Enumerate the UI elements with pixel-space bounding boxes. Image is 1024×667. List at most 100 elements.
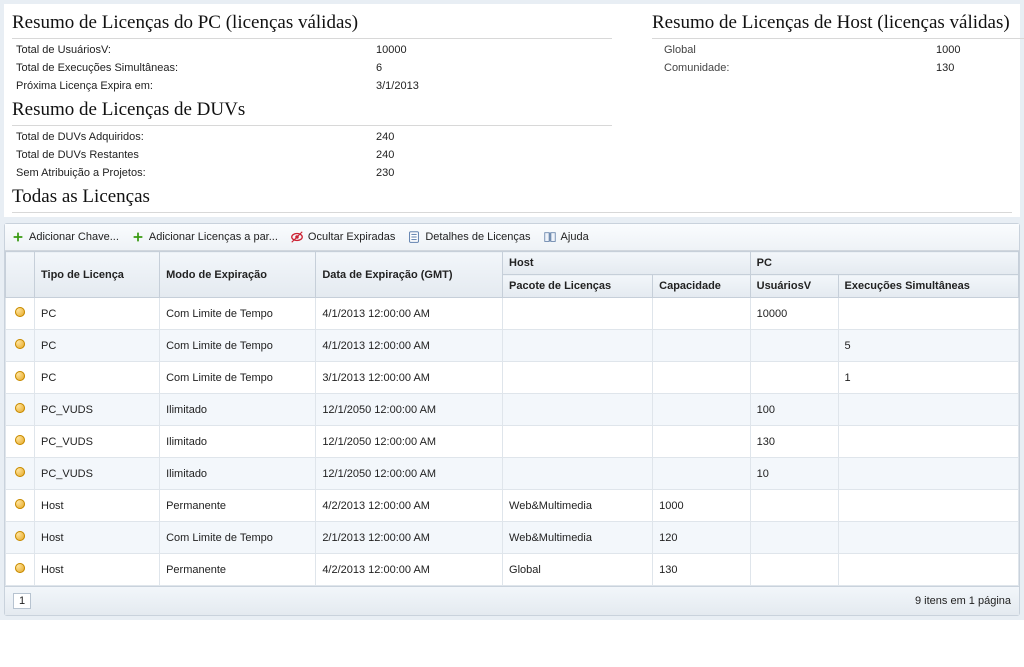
- cell-exec: [838, 554, 1018, 586]
- cell-capacidade: [653, 426, 750, 458]
- add-key-button[interactable]: Adicionar Chave...: [11, 230, 119, 244]
- hide-expired-button[interactable]: Ocultar Expiradas: [290, 230, 395, 244]
- cell-modo: Com Limite de Tempo: [160, 298, 316, 330]
- cell-exec: [838, 522, 1018, 554]
- cell-tipo: PC: [35, 330, 160, 362]
- table-row[interactable]: HostCom Limite de Tempo2/1/2013 12:00:00…: [6, 522, 1019, 554]
- row-status-icon: [6, 458, 35, 490]
- book-icon: [543, 230, 557, 244]
- label: Total de UsuáriosV:: [16, 44, 376, 56]
- cell-exec: [838, 298, 1018, 330]
- cell-pacote: [503, 362, 653, 394]
- col-tipo[interactable]: Tipo de Licença: [35, 252, 160, 298]
- cell-tipo: Host: [35, 554, 160, 586]
- cell-exec: [838, 394, 1018, 426]
- cell-data: 4/2/2013 12:00:00 AM: [316, 490, 503, 522]
- pc-summary-row: Total de UsuáriosV: 10000: [12, 41, 612, 59]
- cell-capacidade: 1000: [653, 490, 750, 522]
- cell-pacote: [503, 330, 653, 362]
- label: Total de DUVs Adquiridos:: [16, 131, 376, 143]
- pager-page-button[interactable]: 1: [13, 593, 31, 609]
- add-licenses-button[interactable]: Adicionar Licenças a par...: [131, 230, 278, 244]
- col-group-host: Host: [503, 252, 751, 275]
- all-licenses-title: Todas as Licenças: [12, 186, 1012, 213]
- cell-modo: Ilimitado: [160, 458, 316, 490]
- row-status-icon: [6, 490, 35, 522]
- cell-tipo: PC: [35, 298, 160, 330]
- row-status-icon: [6, 330, 35, 362]
- cell-tipo: PC: [35, 362, 160, 394]
- value: 240: [376, 131, 496, 143]
- table-row[interactable]: PC_VUDSIlimitado12/1/2050 12:00:00 AM130: [6, 426, 1019, 458]
- pager-status: 9 itens em 1 página: [915, 595, 1011, 607]
- cell-exec: 5: [838, 330, 1018, 362]
- label: Global: [656, 44, 936, 56]
- duv-summary-row: Sem Atribuição a Projetos: 230: [12, 164, 612, 182]
- pc-summary-row: Próxima Licença Expira em: 3/1/2013: [12, 77, 612, 95]
- row-status-icon: [6, 426, 35, 458]
- plus-icon: [11, 230, 25, 244]
- col-pacote[interactable]: Pacote de Licenças: [503, 275, 653, 298]
- cell-usuarios: 10: [750, 458, 838, 490]
- cell-data: 12/1/2050 12:00:00 AM: [316, 394, 503, 426]
- cell-modo: Permanente: [160, 554, 316, 586]
- col-data[interactable]: Data de Expiração (GMT): [316, 252, 503, 298]
- plus-icon: [131, 230, 145, 244]
- cell-usuarios: [750, 522, 838, 554]
- cell-capacidade: 120: [653, 522, 750, 554]
- details-button[interactable]: Detalhes de Licenças: [407, 230, 530, 244]
- col-usuarios[interactable]: UsuáriosV: [750, 275, 838, 298]
- table-row[interactable]: PCCom Limite de Tempo4/1/2013 12:00:00 A…: [6, 298, 1019, 330]
- details-label: Detalhes de Licenças: [425, 231, 530, 243]
- col-modo[interactable]: Modo de Expiração: [160, 252, 316, 298]
- cell-data: 4/2/2013 12:00:00 AM: [316, 554, 503, 586]
- cell-usuarios: [750, 330, 838, 362]
- value: 130: [936, 62, 1024, 74]
- cell-tipo: PC_VUDS: [35, 394, 160, 426]
- value: 1000: [936, 44, 1024, 56]
- row-status-icon: [6, 394, 35, 426]
- cell-pacote: Global: [503, 554, 653, 586]
- cell-data: 4/1/2013 12:00:00 AM: [316, 330, 503, 362]
- label: Comunidade:: [656, 62, 936, 74]
- add-licenses-label: Adicionar Licenças a par...: [149, 231, 278, 243]
- pager-bar: 1 9 itens em 1 página: [5, 586, 1019, 615]
- col-group-pc: PC: [750, 252, 1018, 275]
- table-row[interactable]: HostPermanente4/2/2013 12:00:00 AMWeb&Mu…: [6, 490, 1019, 522]
- value: 230: [376, 167, 496, 179]
- duv-summary-title: Resumo de Licenças de DUVs: [12, 99, 612, 126]
- table-row[interactable]: HostPermanente4/2/2013 12:00:00 AMGlobal…: [6, 554, 1019, 586]
- table-row[interactable]: PC_VUDSIlimitado12/1/2050 12:00:00 AM10: [6, 458, 1019, 490]
- label: Total de Execuções Simultâneas:: [16, 62, 376, 74]
- cell-usuarios: 10000: [750, 298, 838, 330]
- table-row[interactable]: PCCom Limite de Tempo4/1/2013 12:00:00 A…: [6, 330, 1019, 362]
- cell-modo: Com Limite de Tempo: [160, 330, 316, 362]
- table-row[interactable]: PCCom Limite de Tempo3/1/2013 12:00:00 A…: [6, 362, 1019, 394]
- cell-tipo: Host: [35, 522, 160, 554]
- cell-capacidade: [653, 330, 750, 362]
- col-exec[interactable]: Execuções Simultâneas: [838, 275, 1018, 298]
- cell-data: 2/1/2013 12:00:00 AM: [316, 522, 503, 554]
- licenses-toolbar: Adicionar Chave... Adicionar Licenças a …: [5, 224, 1019, 251]
- host-summary-row: Global 1000: [652, 41, 1024, 59]
- cell-tipo: Host: [35, 490, 160, 522]
- cell-capacidade: [653, 362, 750, 394]
- cell-capacidade: [653, 458, 750, 490]
- row-status-icon: [6, 298, 35, 330]
- help-button[interactable]: Ajuda: [543, 230, 589, 244]
- cell-pacote: Web&Multimedia: [503, 522, 653, 554]
- cell-data: 3/1/2013 12:00:00 AM: [316, 362, 503, 394]
- label: Próxima Licença Expira em:: [16, 80, 376, 92]
- cell-capacidade: [653, 298, 750, 330]
- cell-tipo: PC_VUDS: [35, 458, 160, 490]
- eye-hide-icon: [290, 230, 304, 244]
- cell-usuarios: 130: [750, 426, 838, 458]
- host-summary-title: Resumo de Licenças de Host (licenças vál…: [652, 12, 1024, 39]
- hide-expired-label: Ocultar Expiradas: [308, 231, 395, 243]
- table-row[interactable]: PC_VUDSIlimitado12/1/2050 12:00:00 AM100: [6, 394, 1019, 426]
- cell-pacote: [503, 394, 653, 426]
- cell-usuarios: [750, 362, 838, 394]
- cell-tipo: PC_VUDS: [35, 426, 160, 458]
- cell-exec: 1: [838, 362, 1018, 394]
- col-capacidade[interactable]: Capacidade: [653, 275, 750, 298]
